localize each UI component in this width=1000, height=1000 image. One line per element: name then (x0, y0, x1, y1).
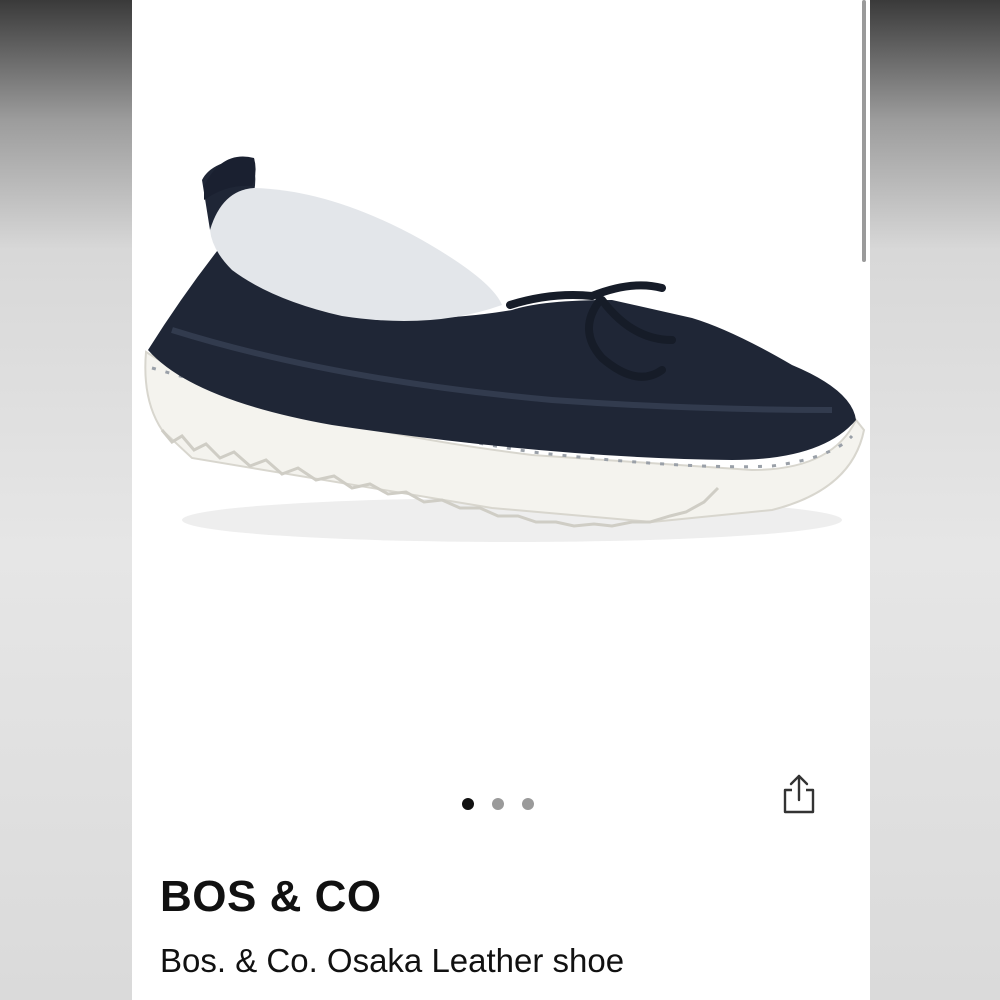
product-screen: BOS & CO Bos. & Co. Osaka Leather shoe (132, 0, 870, 1000)
background-blur-left (0, 0, 132, 1000)
product-image[interactable] (132, 0, 870, 760)
carousel-dot-1[interactable] (462, 798, 474, 810)
carousel-dots[interactable] (462, 798, 534, 810)
background-blur-right (870, 0, 1000, 1000)
share-icon (783, 774, 815, 814)
product-title: Bos. & Co. Osaka Leather shoe (160, 942, 625, 979)
carousel-dot-3[interactable] (522, 798, 534, 810)
share-button[interactable] (777, 770, 821, 818)
brand-name[interactable]: BOS & CO (160, 872, 382, 922)
carousel-dot-2[interactable] (492, 798, 504, 810)
